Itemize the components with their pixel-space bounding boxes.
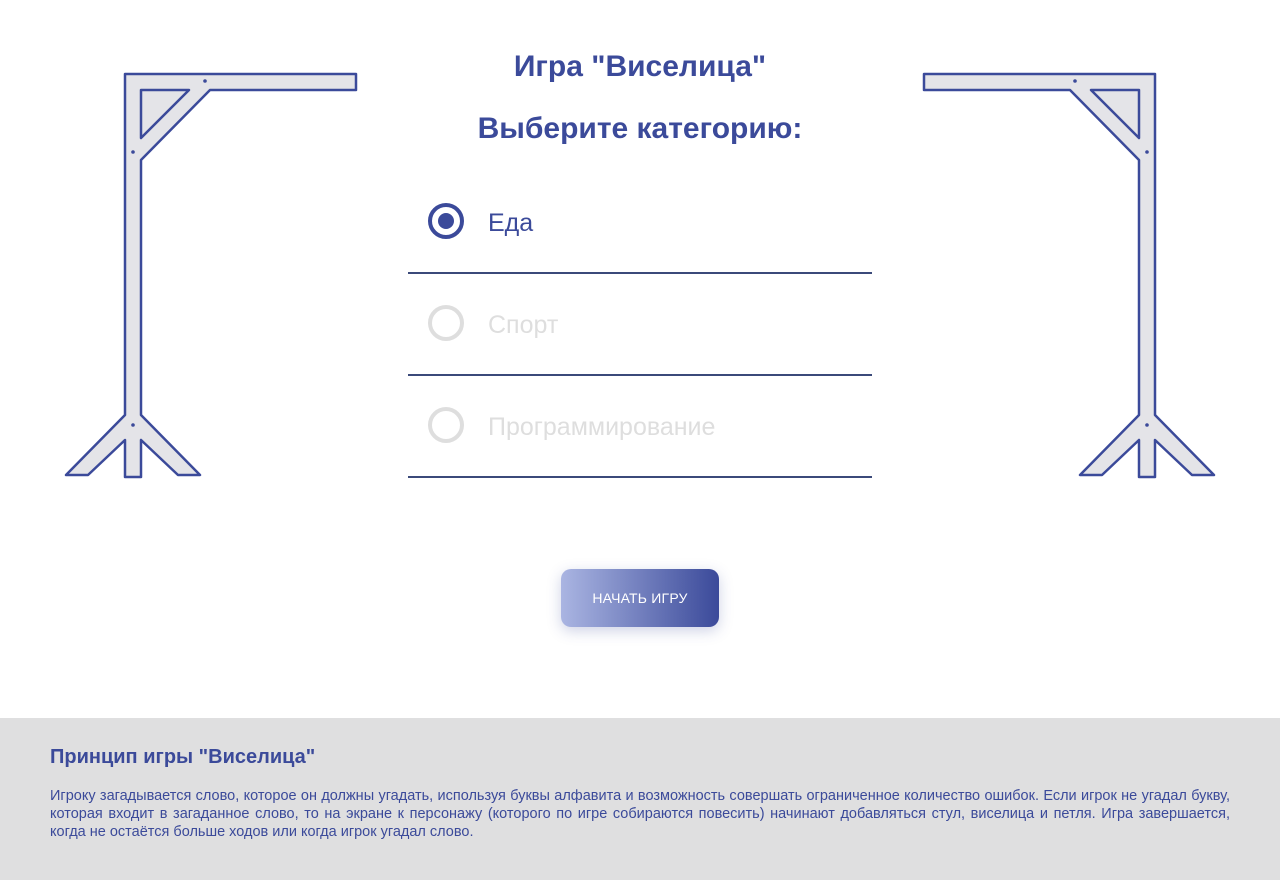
category-label-programming: Программирование (488, 413, 716, 441)
category-label-sport: Спорт (488, 311, 559, 339)
category-list: Еда Спорт Программирование (408, 172, 872, 478)
category-option-sport[interactable]: Спорт (408, 274, 872, 376)
rules-text: Игроку загадывается слово, которое он до… (50, 788, 1230, 840)
category-label-food: Еда (488, 209, 534, 237)
radio-unchecked-icon[interactable] (428, 305, 464, 341)
rules-title: Принцип игры "Виселица" (50, 746, 316, 768)
rules-footer: Принцип игры "Виселица" Игроку загадывае… (0, 718, 1280, 880)
start-game-button[interactable]: НАЧАТЬ ИГРУ (561, 569, 719, 627)
radio-checked-icon[interactable] (428, 203, 464, 239)
category-option-food[interactable]: Еда (408, 172, 872, 274)
category-heading: Выберите категорию: (477, 112, 803, 145)
category-option-programming[interactable]: Программирование (408, 376, 872, 478)
radio-unchecked-icon[interactable] (428, 407, 464, 443)
page-title: Игра "Виселица" (513, 50, 767, 83)
